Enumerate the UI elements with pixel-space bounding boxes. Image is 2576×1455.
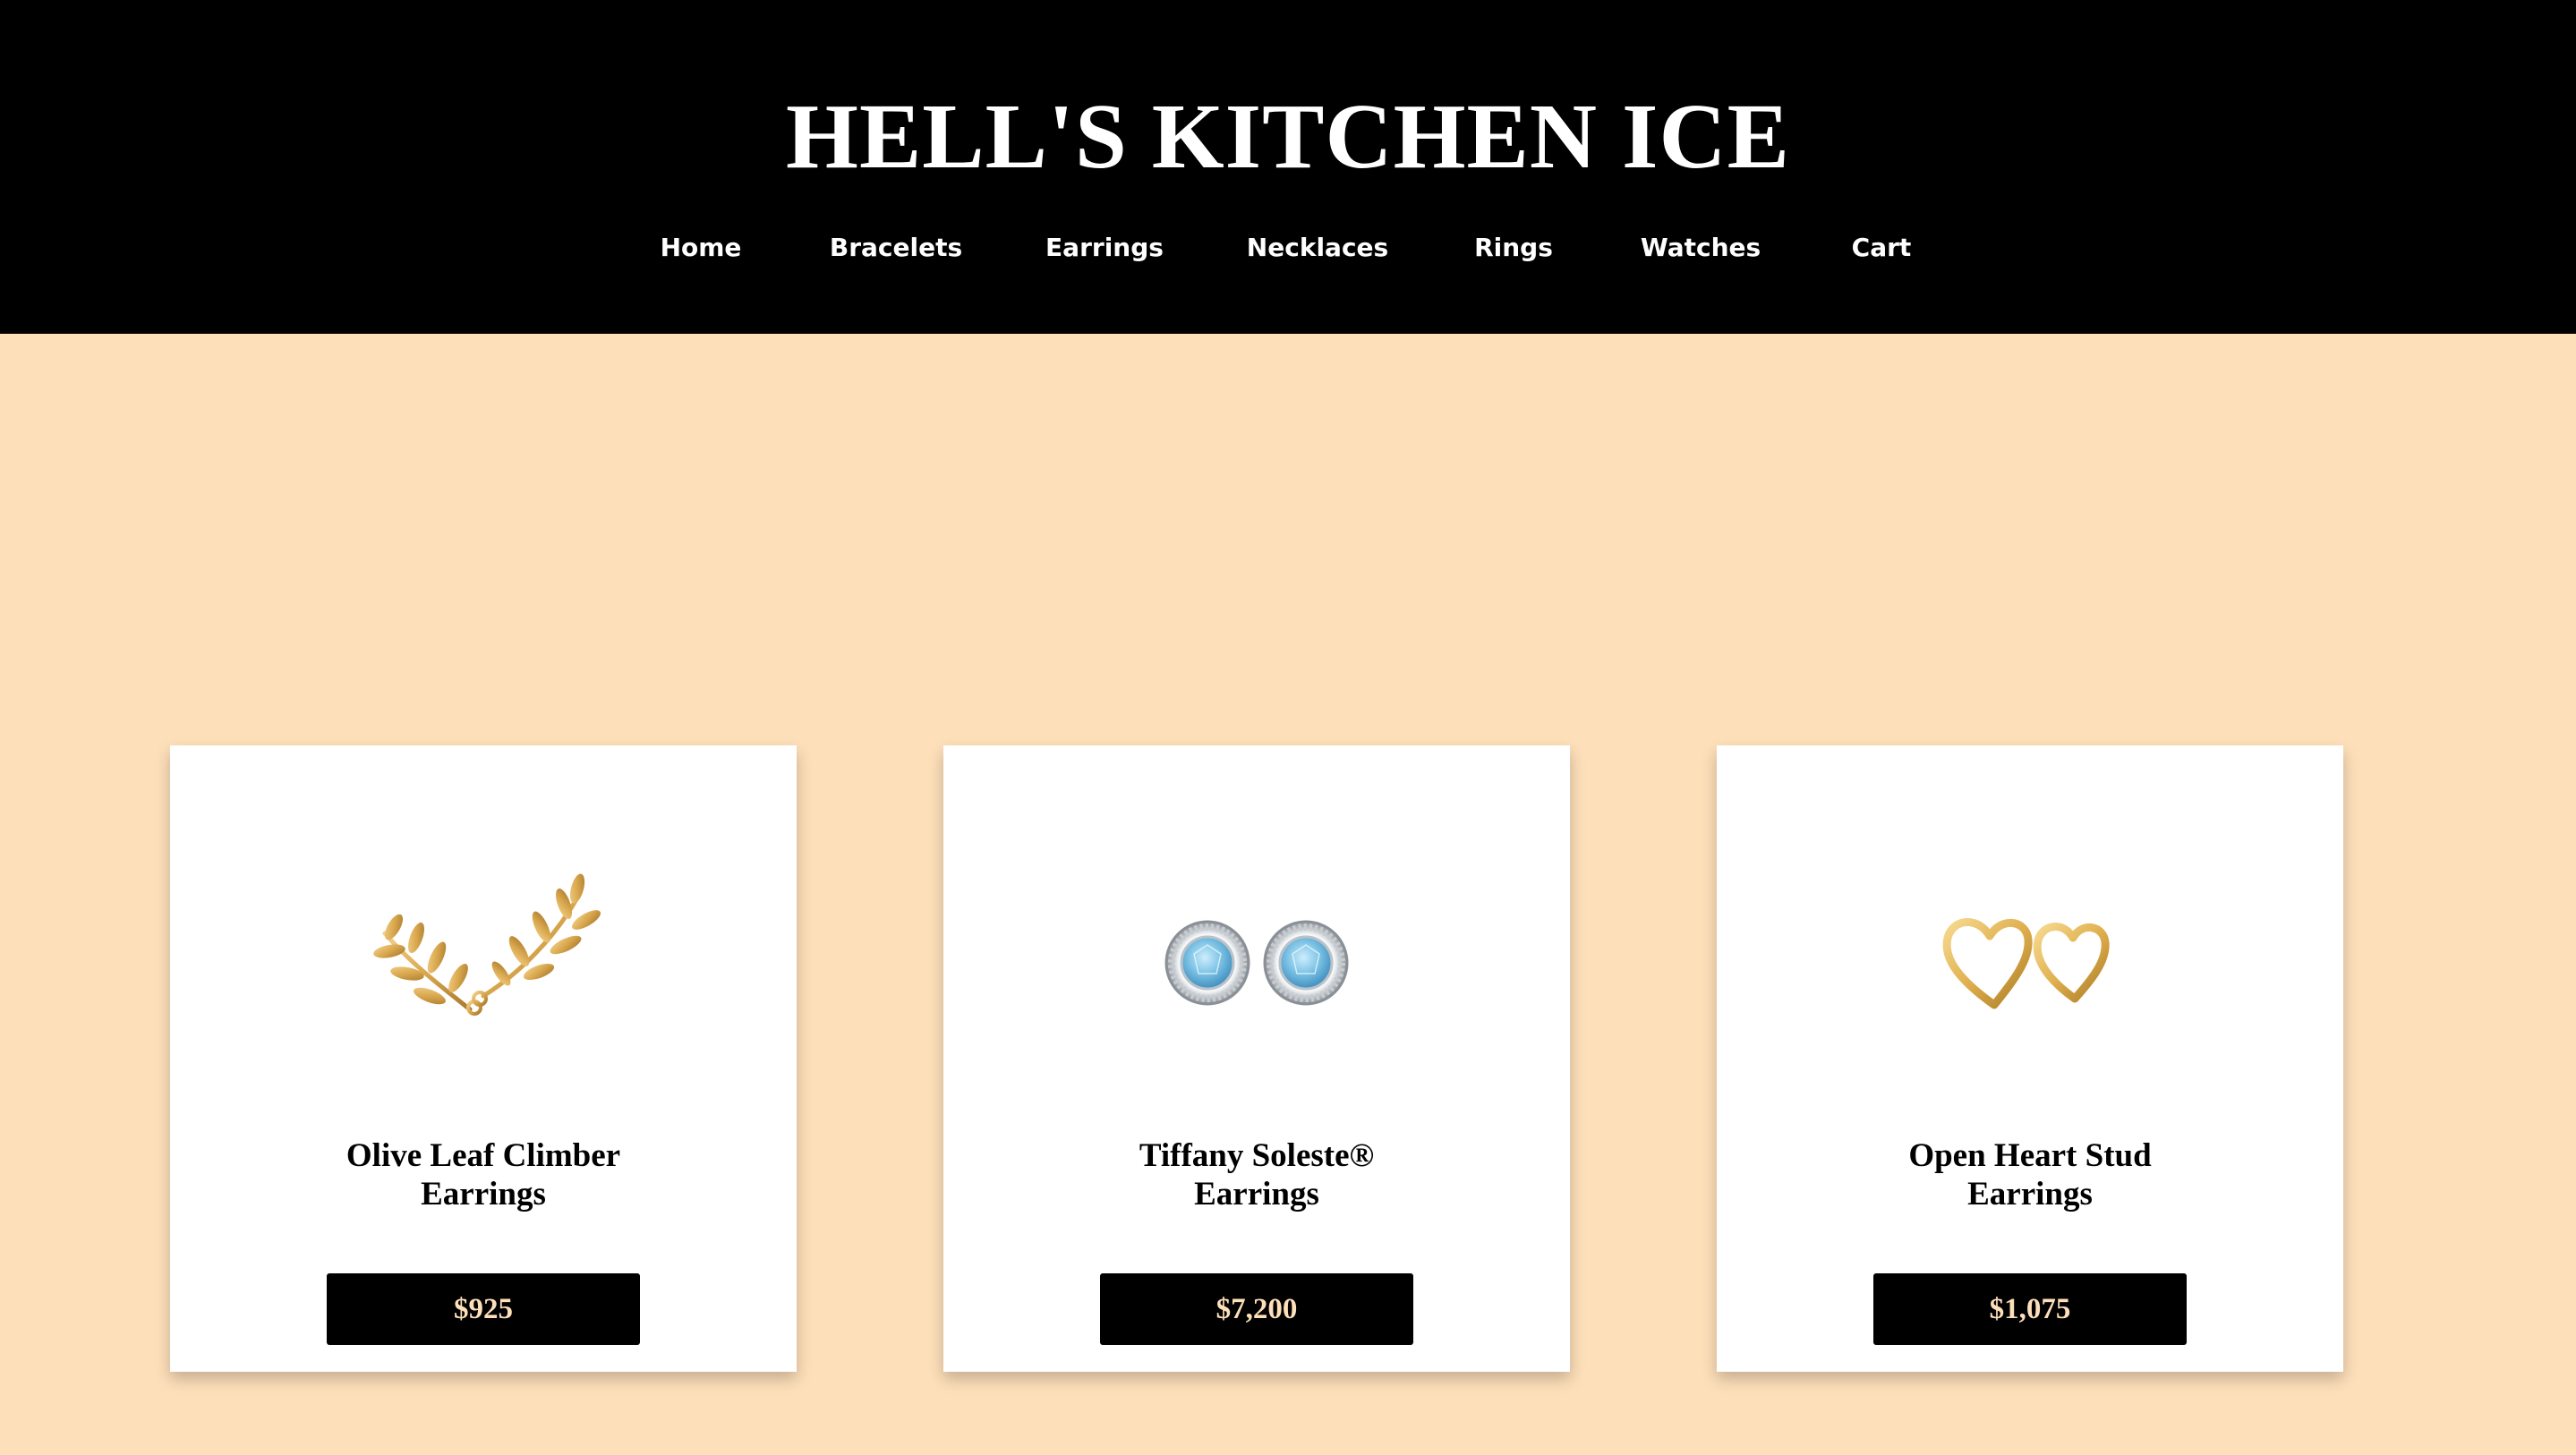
- product-name-line1: Tiffany Soleste®: [1139, 1137, 1375, 1174]
- nav-rings[interactable]: Rings: [1474, 225, 1553, 270]
- product-name[interactable]: Open Heart Stud Earrings: [1806, 1136, 2254, 1213]
- aquamarine-halo-earrings-image: [1164, 920, 1349, 1006]
- product-name-line2: Earrings: [1967, 1176, 2093, 1212]
- nav-necklaces[interactable]: Necklaces: [1247, 225, 1388, 270]
- price-button[interactable]: $7,200: [1100, 1273, 1413, 1345]
- product-image-soleste-earrings[interactable]: [1078, 848, 1436, 1072]
- product-image-olive-leaf-earrings[interactable]: [304, 848, 662, 1072]
- site-header: HELL'S KITCHEN ICE Home Bracelets Earrin…: [0, 0, 2576, 334]
- product-name-line1: Olive Leaf Climber: [345, 1137, 621, 1174]
- product-name-line2: Earrings: [421, 1176, 546, 1212]
- nav-earrings[interactable]: Earrings: [1045, 225, 1164, 270]
- product-name-line2: Earrings: [1194, 1176, 1319, 1212]
- nav-watches[interactable]: Watches: [1641, 225, 1761, 270]
- nav-cart[interactable]: Cart: [1852, 225, 1912, 270]
- open-heart-earrings-image: [1942, 918, 2110, 1009]
- product-name[interactable]: Olive Leaf Climber Earrings: [260, 1136, 707, 1213]
- olive-leaf-earrings-image: [373, 873, 601, 1016]
- site-title: HELL'S KITCHEN ICE: [786, 85, 1790, 188]
- nav-home[interactable]: Home: [661, 225, 742, 270]
- main-nav: Home Bracelets Earrings Necklaces Rings …: [0, 225, 2576, 270]
- price-button[interactable]: $1,075: [1873, 1273, 2187, 1345]
- product-card[interactable]: Tiffany Soleste® Earrings $7,200: [943, 745, 1570, 1372]
- product-card[interactable]: Open Heart Stud Earrings $1,075: [1717, 745, 2343, 1372]
- product-card[interactable]: Olive Leaf Climber Earrings $925: [170, 745, 797, 1372]
- product-name-line1: Open Heart Stud: [1908, 1137, 2152, 1174]
- price-button[interactable]: $925: [327, 1273, 640, 1345]
- product-image-open-heart-earrings[interactable]: [1851, 848, 2209, 1072]
- nav-bracelets[interactable]: Bracelets: [830, 225, 962, 270]
- product-name[interactable]: Tiffany Soleste® Earrings: [1033, 1136, 1480, 1213]
